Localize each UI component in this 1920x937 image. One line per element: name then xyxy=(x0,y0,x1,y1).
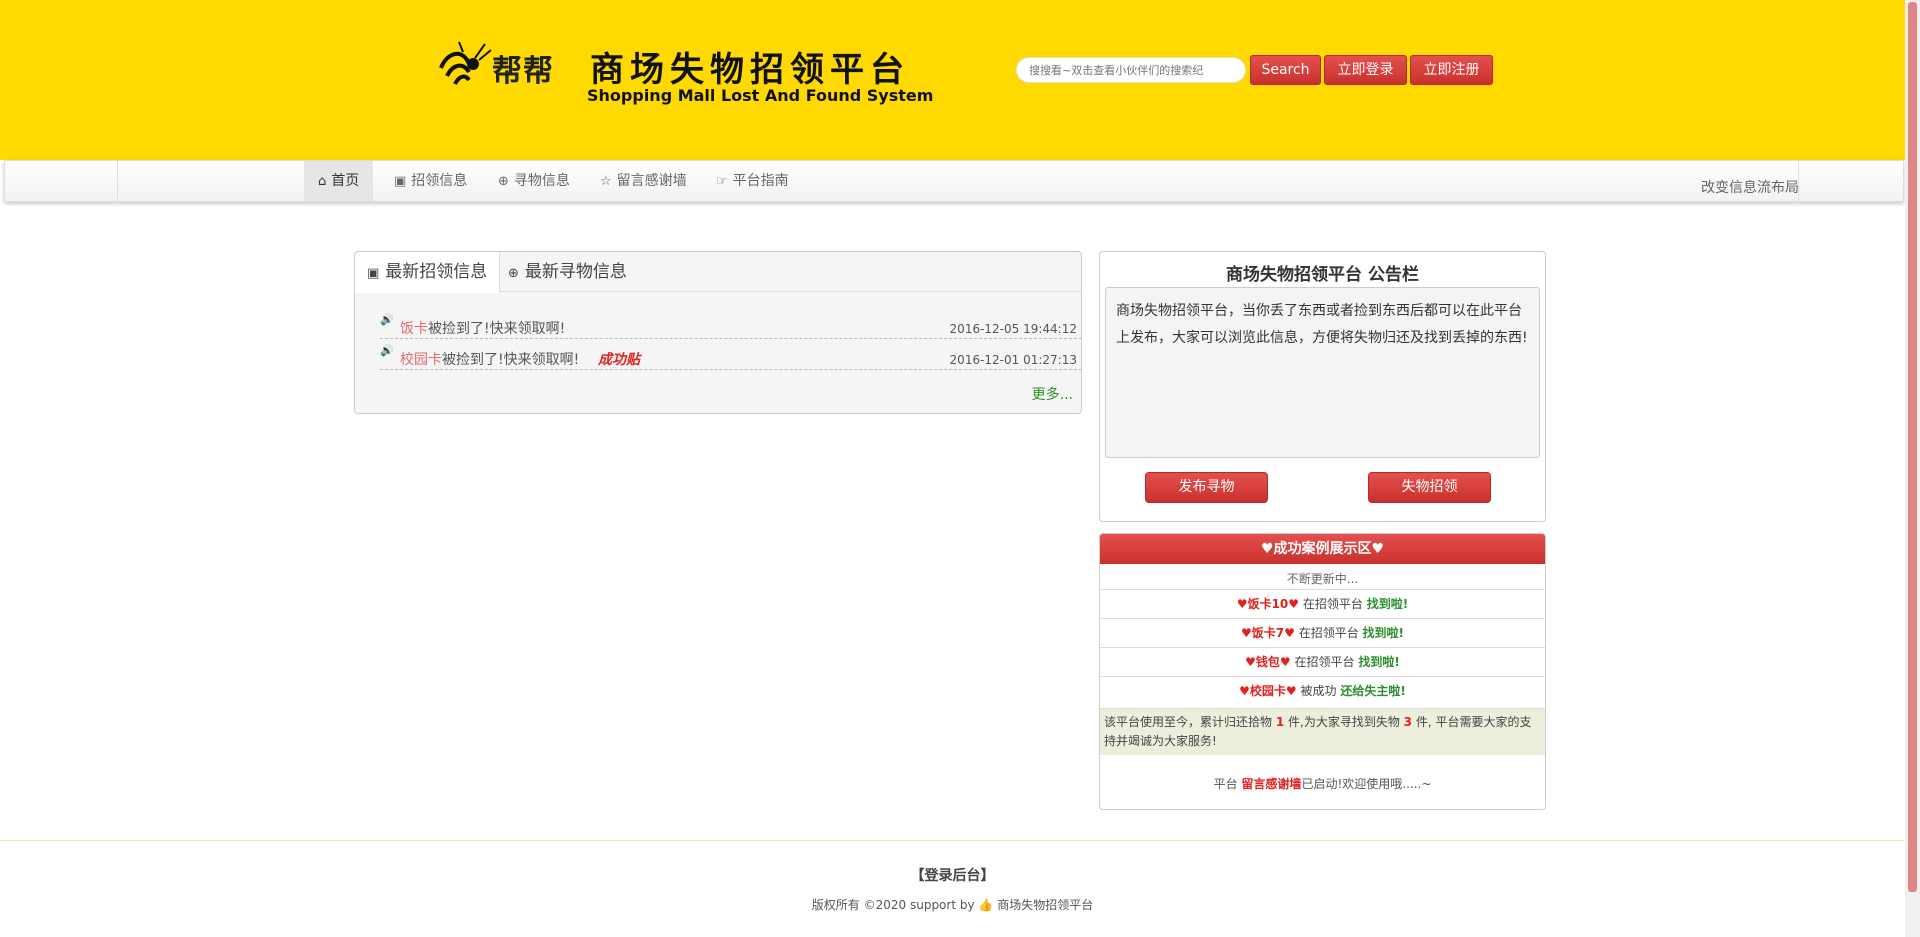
thanks-wall-link[interactable]: 留言感谢墙 xyxy=(1241,777,1301,791)
speaker-icon: 🔊 xyxy=(380,344,394,357)
hand-right-icon: ☞ xyxy=(716,174,728,189)
home-icon: ⌂ xyxy=(318,174,327,189)
latest-info-panel: ▣ 最新招领信息 ⊕ 最新寻物信息 🔊 饭卡被捡到了!快来领取啊! 2016-12-… xyxy=(354,251,1082,414)
found-count: 3 xyxy=(1403,715,1412,729)
site-header: 帮帮 商场失物招领平台 Shopping Mall Lost And Found… xyxy=(0,0,1905,160)
returned-count: 1 xyxy=(1275,715,1285,729)
footer-divider xyxy=(0,840,1905,841)
zoom-in-icon: ⊕ xyxy=(508,266,519,281)
site-title: 商场失物招领平台 xyxy=(590,50,910,90)
nav-item-lost-info[interactable]: ⊕ 寻物信息 xyxy=(484,161,584,201)
success-badge: 成功贴 xyxy=(598,352,640,368)
nav-item-thanks-wall[interactable]: ☆ 留言感谢墙 xyxy=(586,161,701,201)
nav-item-found-info[interactable]: ▣ 招领信息 xyxy=(380,161,481,201)
post-found-button[interactable]: 失物招领 xyxy=(1368,472,1491,503)
search-button[interactable]: Search xyxy=(1250,55,1321,85)
tab-latest-found[interactable]: ▣ 最新招领信息 xyxy=(355,252,501,293)
post-lost-button[interactable]: 发布寻物 xyxy=(1145,472,1268,503)
star-icon: ☆ xyxy=(600,174,612,189)
nav-inner: ⌂ 首页 ▣ 招领信息 ⊕ 寻物信息 ☆ 留言感谢墙 ☞ 平台指南 xyxy=(117,161,1799,201)
platform-stats: 该平台使用至今，累计归还拾物 1 件,为大家寻找到失物 3 件, 平台需要大家的… xyxy=(1100,708,1545,755)
logo-text: 帮帮 xyxy=(492,54,554,89)
case-row: ♥校园卡♥ 被成功 还给失主啦! xyxy=(1100,676,1545,705)
list-item: 🔊 校园卡被捡到了!快来领取啊! 成功贴 2016-12-01 01:27:13 xyxy=(380,340,1082,370)
picture-icon: ▣ xyxy=(394,174,407,189)
thumbs-up-icon: 👍 xyxy=(978,898,994,912)
case-row: ♥钱包♥ 在招领平台 找到啦! xyxy=(1100,647,1545,676)
speaker-icon: 🔊 xyxy=(380,313,394,326)
cases-updating: 不断更新中... xyxy=(1286,572,1359,586)
post-time: 2016-12-05 19:44:12 xyxy=(949,322,1077,336)
search-input[interactable] xyxy=(1016,57,1246,83)
tab-latest-lost[interactable]: ⊕ 最新寻物信息 xyxy=(496,252,639,292)
case-row: ♥饭卡10♥ 在招领平台 找到啦! xyxy=(1100,589,1545,618)
register-button[interactable]: 立即注册 xyxy=(1410,55,1493,85)
main-navbar: ⌂ 首页 ▣ 招领信息 ⊕ 寻物信息 ☆ 留言感谢墙 ☞ 平台指南 改变信息流布局 xyxy=(4,160,1904,202)
bee-logo-icon xyxy=(439,41,492,85)
success-cases-panel: ♥成功案例展示区♥ 不断更新中... ♥饭卡10♥ 在招领平台 找到啦! ♥饭卡… xyxy=(1099,533,1546,810)
login-button[interactable]: 立即登录 xyxy=(1324,55,1407,85)
scrollbar-thumb[interactable] xyxy=(1908,2,1917,892)
item-link[interactable]: 饭卡 xyxy=(400,321,428,337)
nav-item-guide[interactable]: ☞ 平台指南 xyxy=(702,161,803,201)
list-item: 🔊 饭卡被捡到了!快来领取啊! 2016-12-05 19:44:12 xyxy=(380,309,1082,339)
item-link[interactable]: 校园卡 xyxy=(400,352,442,368)
site-subtitle: Shopping Mall Lost And Found System xyxy=(587,86,934,105)
nav-item-home[interactable]: ⌂ 首页 xyxy=(304,161,374,201)
zoom-in-icon: ⊕ xyxy=(498,174,509,189)
picture-icon: ▣ xyxy=(367,266,380,281)
notice-panel: 商场失物招领平台 公告栏 商场失物招领平台，当你丢了东西或者捡到东西后都可以在此… xyxy=(1099,251,1546,522)
post-time: 2016-12-01 01:27:13 xyxy=(949,353,1077,367)
case-row: ♥饭卡7♥ 在招领平台 找到啦! xyxy=(1100,618,1545,647)
cases-title: ♥成功案例展示区♥ xyxy=(1100,534,1545,564)
admin-login-link[interactable]: 【登录后台】 xyxy=(0,865,1905,885)
footer-copyright: 版权所有 ©2020 support by 👍 商场失物招领平台 xyxy=(811,898,1094,912)
thanks-wall-notice: 平台 留言感谢墙已启动!欢迎使用哦.....~ xyxy=(1213,777,1432,791)
latest-tabs: ▣ 最新招领信息 ⊕ 最新寻物信息 xyxy=(355,252,1081,293)
change-layout-link[interactable]: 改变信息流布局 xyxy=(1701,177,1799,197)
more-link[interactable]: 更多... xyxy=(1032,384,1073,404)
notice-body: 商场失物招领平台，当你丢了东西或者捡到东西后都可以在此平台上发布，大家可以浏览此… xyxy=(1105,287,1540,458)
notice-title: 商场失物招领平台 公告栏 xyxy=(1226,265,1419,285)
